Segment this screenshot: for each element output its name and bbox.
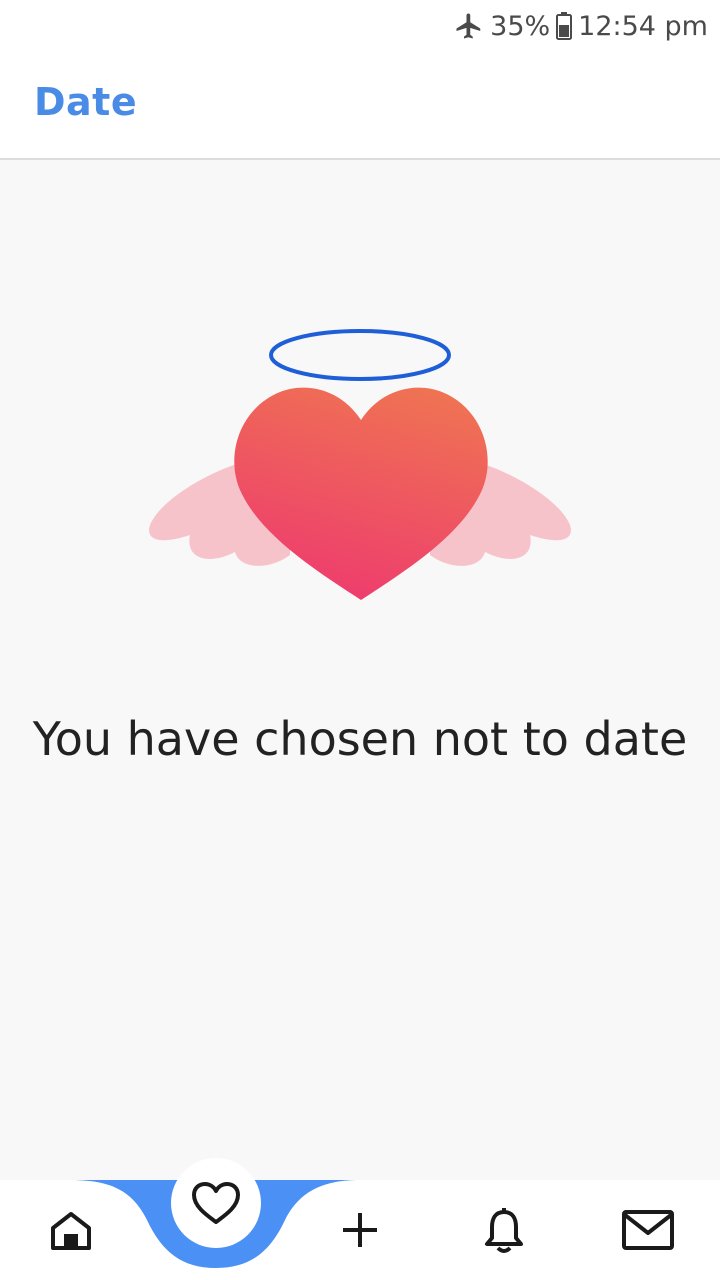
bell-icon xyxy=(485,1208,523,1253)
nav-add-button[interactable] xyxy=(320,1190,400,1270)
status-indicators: 35% 12:54 pm xyxy=(454,8,708,44)
plus-icon xyxy=(343,1213,377,1247)
home-icon xyxy=(51,1212,91,1250)
angel-heart-icon xyxy=(149,329,571,600)
airplane-icon xyxy=(454,11,484,41)
heart-icon xyxy=(192,1182,240,1224)
status-time: 12:54 pm xyxy=(578,10,708,42)
main-content: You have chosen not to date xyxy=(0,160,720,1180)
nav-messages-button[interactable] xyxy=(608,1190,688,1270)
nav-notifications-button[interactable] xyxy=(464,1190,544,1270)
page-title: Date xyxy=(34,80,138,124)
heart-shape xyxy=(234,387,488,600)
bottom-navigation xyxy=(0,1158,720,1280)
nav-date-button[interactable] xyxy=(171,1158,261,1248)
battery-icon xyxy=(556,12,573,40)
empty-state-message: You have chosen not to date xyxy=(32,712,688,766)
halo xyxy=(269,329,451,381)
battery-percent: 35% xyxy=(490,10,551,42)
mail-icon xyxy=(622,1210,674,1250)
nav-home-button[interactable] xyxy=(31,1190,111,1270)
app-bar: Date xyxy=(0,52,720,160)
status-bar: 35% 12:54 pm xyxy=(0,0,720,52)
